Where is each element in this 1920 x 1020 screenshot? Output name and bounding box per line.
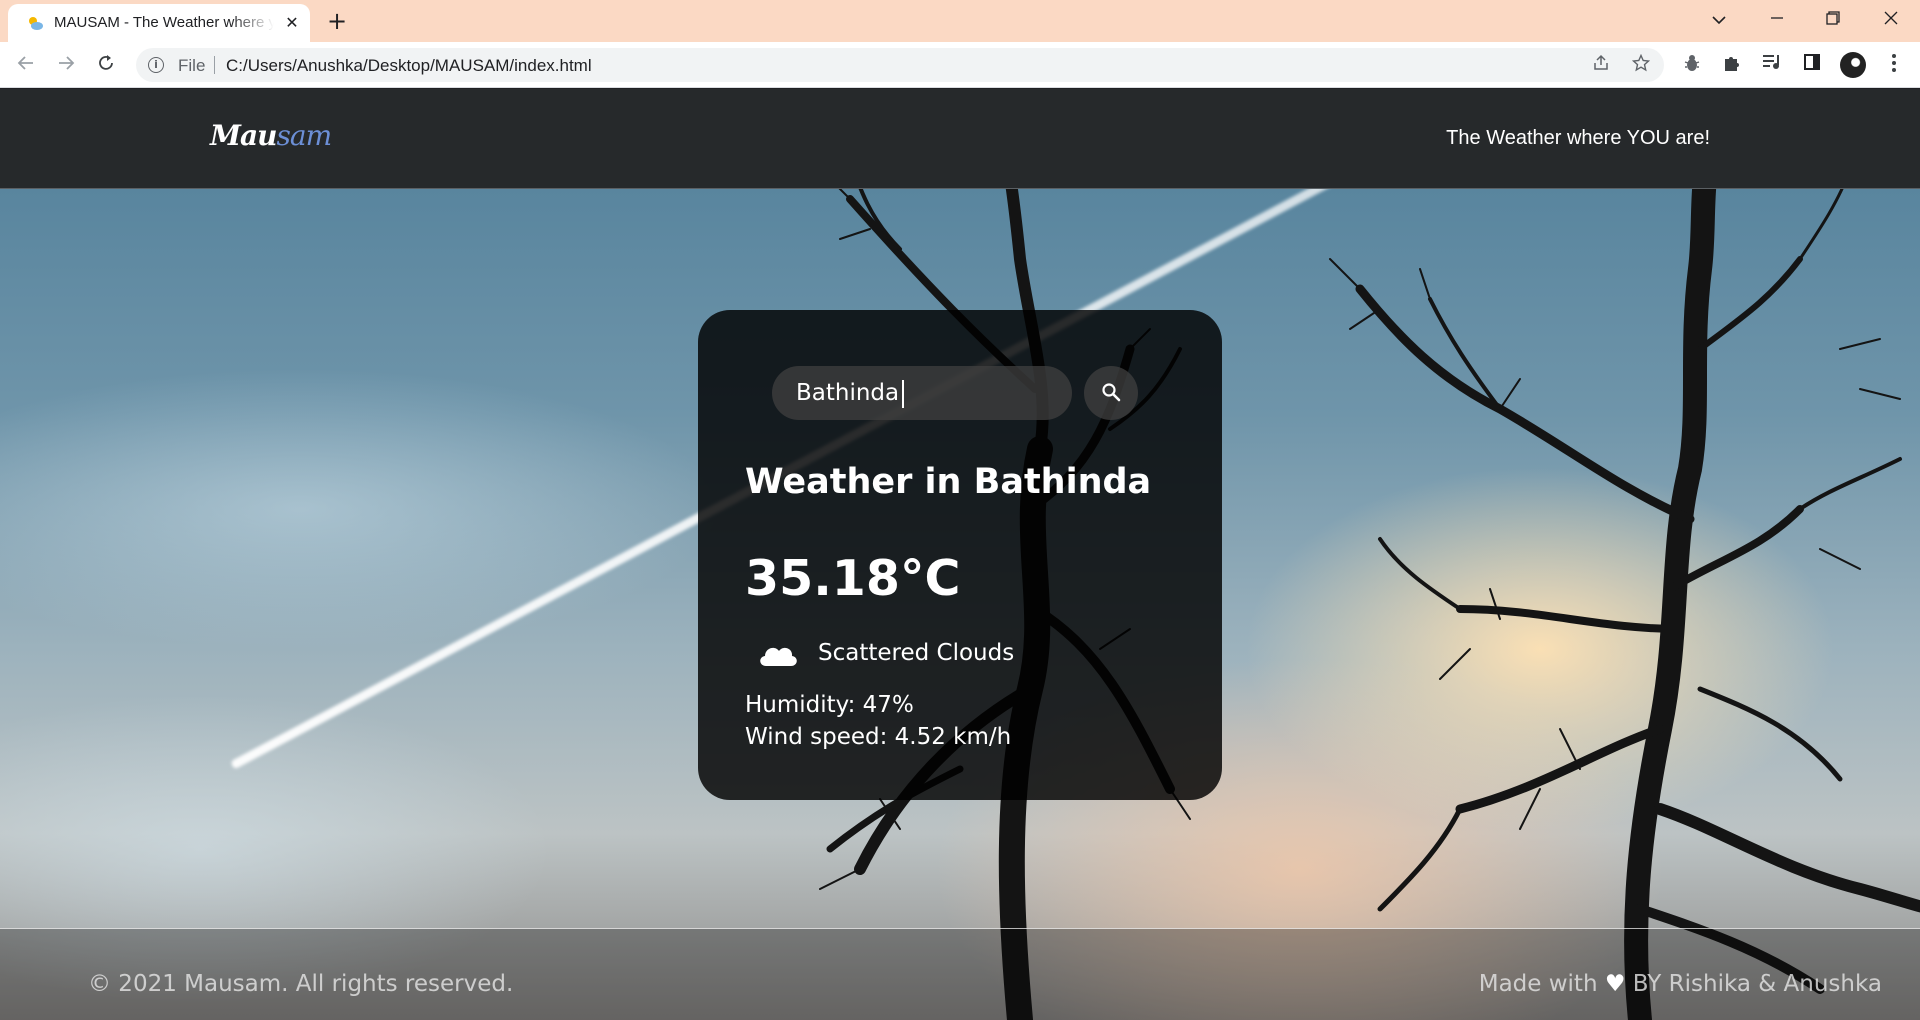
file-scheme-label: File [178, 56, 206, 75]
minimize-icon[interactable] [1762, 6, 1792, 34]
extensions-puzzle-icon[interactable] [1720, 53, 1744, 77]
profile-avatar[interactable] [1840, 52, 1866, 78]
address-bar[interactable]: i File C:/Users/Anushka/Desktop/MAUSAM/i… [136, 48, 1664, 82]
side-panel-icon[interactable] [1800, 53, 1824, 77]
url-text[interactable]: C:/Users/Anushka/Desktop/MAUSAM/index.ht… [226, 56, 592, 76]
site-footer: © 2021 Mausam. All rights reserved. Made… [0, 928, 1920, 1020]
humidity-text: Humidity: 47% [745, 692, 914, 718]
tab-strip: MAUSAM - The Weather where you are ✕ + [0, 0, 1920, 42]
credits-prefix: Made with [1478, 971, 1605, 997]
search-button[interactable] [1084, 366, 1138, 420]
search-icon [1102, 383, 1121, 402]
text-caret [902, 380, 904, 408]
site-header: Mausam The Weather where YOU are! [0, 89, 1920, 189]
forward-arrow-icon[interactable] [52, 51, 80, 79]
site-tagline: The Weather where YOU are! [1446, 127, 1710, 149]
weather-card: Weather in Bathinda 35.18°C Scattered Cl… [698, 310, 1222, 800]
copyright-text: © 2021 Mausam. All rights reserved. [88, 971, 514, 997]
back-arrow-icon[interactable] [12, 51, 40, 79]
new-tab-button[interactable]: + [324, 8, 350, 34]
credits-text: Made with ♥ BY Rishika & Anushka [1479, 971, 1882, 997]
reload-icon[interactable] [92, 51, 120, 79]
cloud-icon [760, 647, 797, 666]
close-window-icon[interactable] [1876, 6, 1906, 34]
wind-speed-text: Wind speed: 4.52 km/h [745, 724, 1012, 750]
site-info-icon[interactable]: i [148, 57, 164, 73]
tab-title: MAUSAM - The Weather where you are [54, 14, 274, 31]
weather-favicon-icon [29, 17, 43, 30]
logo-text-main: Mau [210, 119, 277, 152]
restore-icon[interactable] [1818, 6, 1848, 34]
bookmark-star-icon[interactable] [1630, 53, 1652, 76]
bug-extension-icon[interactable] [1680, 53, 1704, 77]
share-icon[interactable] [1590, 54, 1612, 76]
omnibox-divider [214, 56, 215, 74]
page-background: Mausam The Weather where YOU are! Weathe… [0, 89, 1920, 1020]
logo-text-accent: sam [276, 119, 333, 152]
weather-city-title: Weather in Bathinda [745, 462, 1152, 502]
weather-description: Scattered Clouds [818, 640, 1015, 666]
heart-icon: ♥ [1604, 971, 1626, 997]
browser-tab[interactable]: MAUSAM - The Weather where you are ✕ [8, 4, 310, 42]
site-logo[interactable]: Mausam [210, 119, 333, 152]
browser-toolbar: i File C:/Users/Anushka/Desktop/MAUSAM/i… [0, 42, 1920, 88]
kebab-menu-icon[interactable] [1882, 53, 1906, 77]
media-queue-icon[interactable] [1760, 53, 1784, 77]
temperature-value: 35.18°C [745, 550, 961, 607]
tab-close-icon[interactable]: ✕ [282, 13, 302, 33]
tab-search-chevron-icon[interactable] [1704, 6, 1734, 34]
credits-suffix: BY Rishika & Anushka [1625, 971, 1882, 997]
city-search-input[interactable] [772, 366, 1072, 420]
